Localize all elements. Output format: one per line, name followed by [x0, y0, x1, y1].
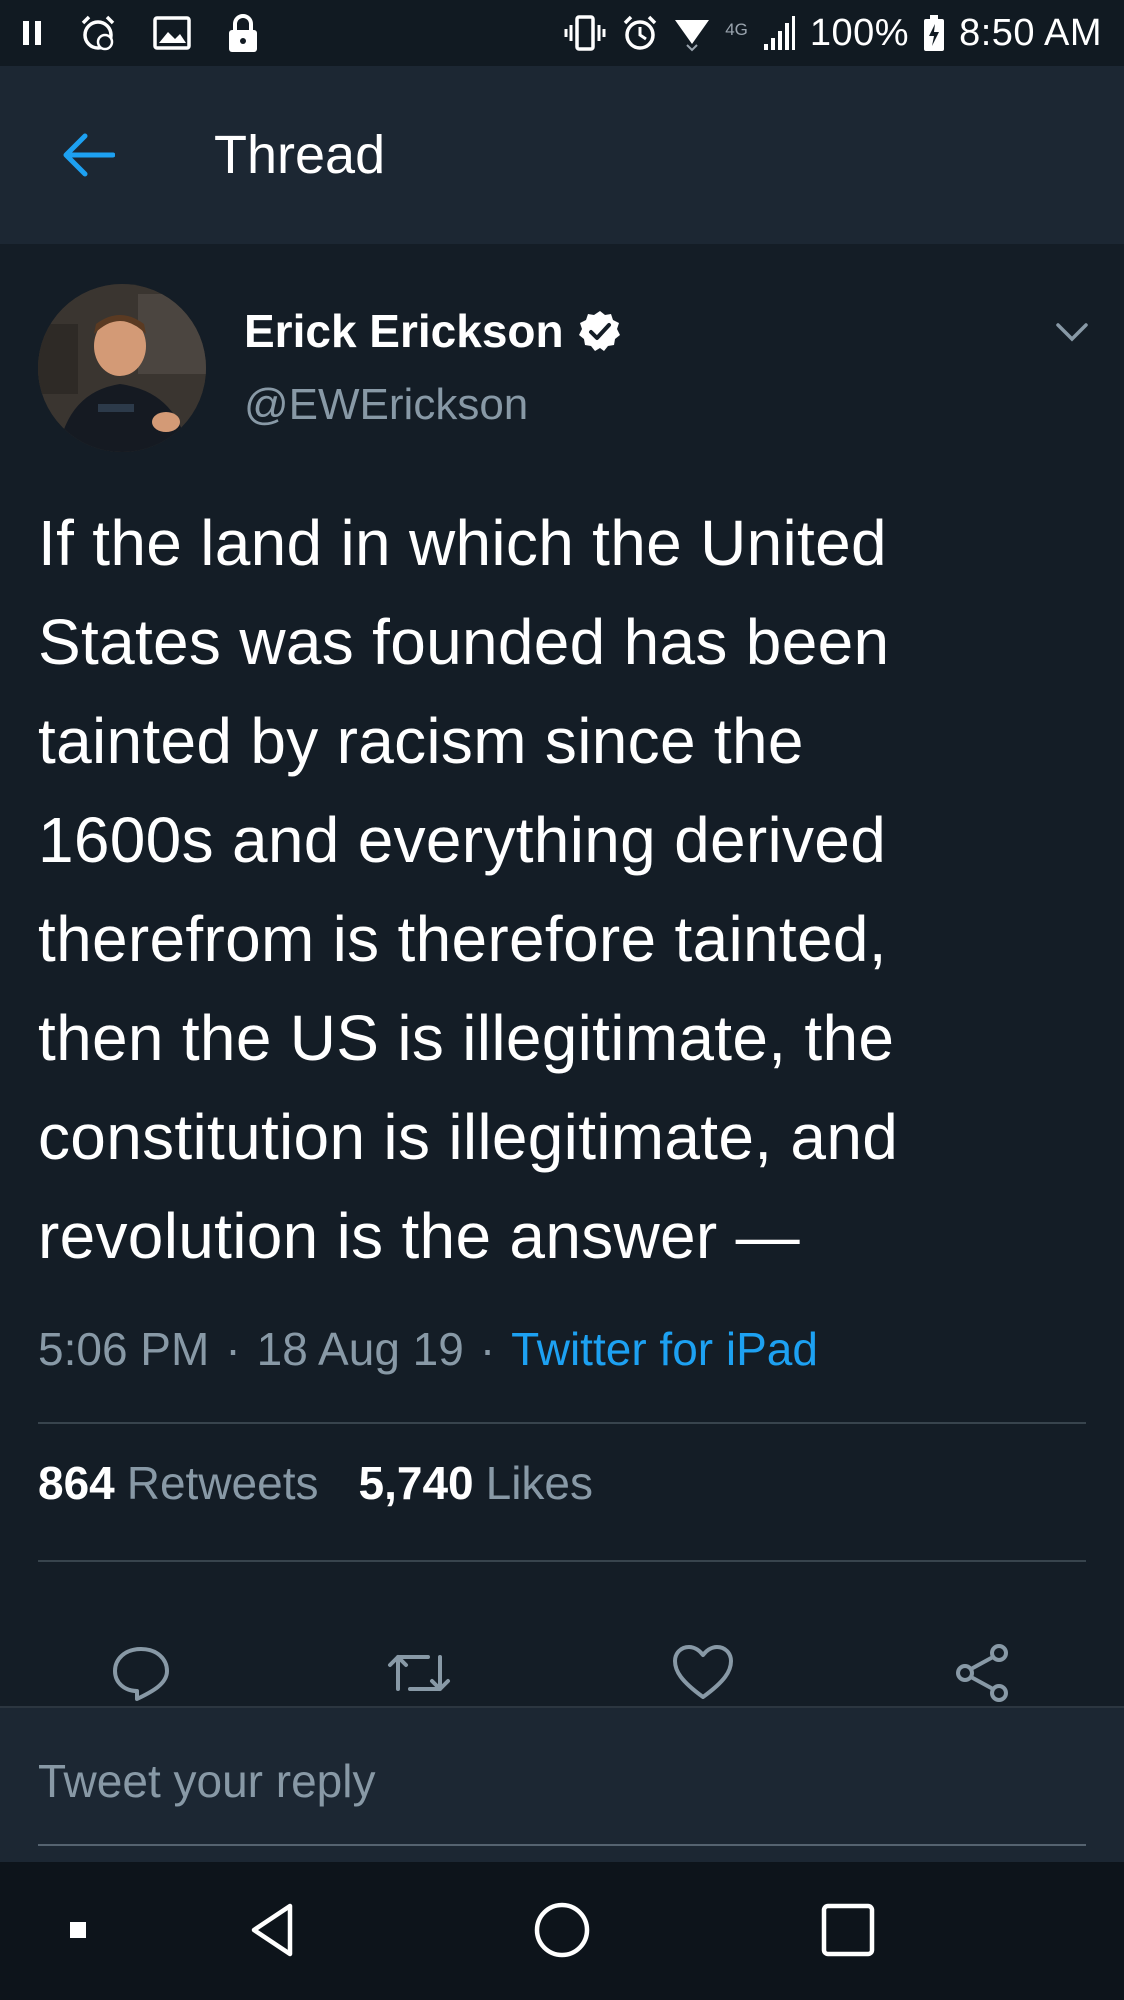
nav-back-button[interactable]: [232, 1890, 312, 1970]
share-icon: [956, 1644, 1008, 1702]
author-handle[interactable]: @EWErickson: [244, 380, 528, 430]
likes-stat[interactable]: 5,740 Likes: [359, 1456, 594, 1510]
alarm-off-icon: [78, 13, 118, 53]
status-bar: 4G 100% 8:50 AM: [0, 0, 1124, 66]
likes-label: Likes: [485, 1457, 594, 1509]
retweets-label: Retweets: [126, 1457, 319, 1509]
tweet-text-line: constitution is illegitimate, and: [38, 1101, 899, 1173]
chevron-down-icon: [1056, 323, 1088, 342]
lock-icon: [226, 12, 260, 54]
retweets-count: 864: [38, 1457, 115, 1509]
retweets-stat[interactable]: 864 Retweets: [38, 1456, 319, 1510]
nav-recents-button[interactable]: [808, 1890, 888, 1970]
reply-button[interactable]: [106, 1638, 176, 1708]
divider: [38, 1422, 1086, 1424]
reply-underline: [38, 1844, 1086, 1846]
verified-badge-icon: [578, 311, 620, 351]
meta-separator: ·: [225, 1323, 241, 1375]
square-recents-icon: [821, 1903, 875, 1957]
tweet-stats: 864 Retweets 5,740 Likes: [38, 1456, 593, 1510]
circle-home-icon: [534, 1902, 590, 1958]
alarm-icon: [621, 14, 659, 52]
page-title: Thread: [214, 125, 386, 185]
tweet-text-line: tainted by racism since the: [38, 705, 804, 777]
tweet-text-line: revolution is the answer —: [38, 1200, 800, 1272]
retweet-icon: [388, 1655, 450, 1691]
network-type: 4G: [725, 19, 748, 39]
signal-icon: [762, 14, 796, 52]
pause-icon: [22, 19, 44, 47]
reply-input[interactable]: Tweet your reply: [38, 1754, 375, 1808]
tweet-text: If the land in which the United States w…: [38, 494, 1098, 1286]
app-bar: Thread: [0, 66, 1124, 244]
share-button[interactable]: [948, 1638, 1018, 1708]
battery-charging-icon: [923, 14, 945, 52]
triangle-back-icon: [251, 1903, 293, 1957]
divider: [38, 1560, 1086, 1562]
image-icon: [152, 15, 192, 51]
heart-icon: [673, 1645, 733, 1699]
battery-percent: 100%: [809, 11, 910, 54]
system-nav-bar: [0, 1862, 1124, 2000]
tweet-author: Erick Erickson @EWErickson: [0, 244, 1124, 476]
tweet-meta: 5:06 PM · 18 Aug 19 · Twitter for iPad: [38, 1322, 818, 1376]
tweet-source-link[interactable]: Twitter for iPad: [511, 1322, 818, 1376]
tweet: Erick Erickson @EWErickson If the land i…: [0, 244, 1124, 1702]
arrow-left-icon: [63, 133, 115, 177]
tweet-text-line: then the US is illegitimate, the: [38, 1002, 895, 1074]
reply-icon: [113, 1647, 169, 1701]
tweet-time: 5:06 PM: [38, 1323, 210, 1375]
tweet-text-line: States was founded has been: [38, 606, 890, 678]
retweet-button[interactable]: [384, 1638, 454, 1708]
nav-home-button[interactable]: [522, 1890, 602, 1970]
likes-count: 5,740: [358, 1457, 474, 1509]
tweet-text-line: therefrom is therefore tainted,: [38, 903, 887, 975]
wifi-icon: [673, 14, 711, 52]
reply-bar: Tweet your reply: [0, 1706, 1124, 1862]
tweet-date: 18 Aug 19: [256, 1323, 464, 1375]
clock: 8:50 AM: [959, 11, 1102, 54]
back-button[interactable]: [28, 95, 148, 215]
tweet-text-line: If the land in which the United: [38, 507, 887, 579]
author-name[interactable]: Erick Erickson: [244, 304, 564, 358]
tweet-text-line: 1600s and everything derived: [38, 804, 887, 876]
thread-screen: 4G 100% 8:50 AM Thread Erick Erickson @E…: [0, 0, 1124, 2000]
meta-separator: ·: [479, 1323, 496, 1375]
square-dot-icon: [70, 1922, 86, 1938]
like-button[interactable]: [668, 1638, 738, 1708]
nav-menu-button[interactable]: [38, 1890, 118, 1970]
tweet-options-button[interactable]: [1050, 310, 1094, 354]
avatar[interactable]: [38, 284, 206, 452]
vibrate-icon: [563, 13, 607, 53]
